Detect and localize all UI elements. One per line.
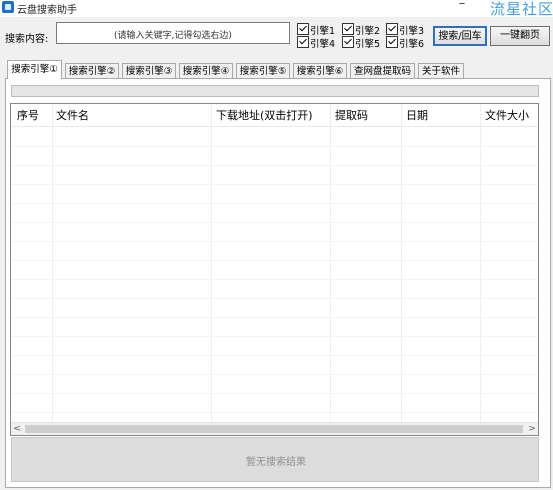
- progress-bar: [11, 85, 539, 97]
- search-button[interactable]: 搜索/回车: [433, 26, 487, 46]
- tab-engine-2[interactable]: 搜索引擎②: [65, 63, 119, 78]
- row-divider: [11, 355, 538, 356]
- checkbox-icon: [342, 36, 354, 48]
- scroll-thumb[interactable]: [25, 425, 523, 433]
- column-divider: [330, 104, 331, 424]
- engine2-checkbox[interactable]: 引擎2: [342, 23, 382, 37]
- one-key-page-button[interactable]: 一键翻页: [490, 26, 550, 46]
- row-divider: [11, 165, 538, 166]
- row-divider: [11, 241, 538, 242]
- row-divider: [11, 317, 538, 318]
- search-label: 搜索内容:: [5, 34, 49, 45]
- row-divider: [11, 374, 538, 375]
- column-header-filename[interactable]: 文件名: [56, 107, 89, 127]
- checkbox-icon: [386, 36, 398, 48]
- row-divider: [11, 203, 538, 204]
- status-text: 暂无搜索结果: [246, 457, 306, 468]
- engine3-label: 引擎3: [399, 26, 425, 37]
- app-icon: [2, 1, 14, 13]
- row-divider: [11, 146, 538, 147]
- column-header-index[interactable]: 序号: [17, 107, 39, 127]
- row-divider: [11, 222, 538, 223]
- row-divider: [11, 260, 538, 261]
- scroll-right-arrow-icon[interactable]: >: [526, 423, 538, 435]
- minimize-button[interactable]: –: [455, 0, 469, 11]
- search-input[interactable]: (请输入关键字,记得勾选右边): [56, 22, 290, 44]
- tab-extract-code[interactable]: 查网盘提取码: [350, 63, 415, 78]
- results-list-view[interactable]: 序号 文件名 下载地址(双击打开) 提取码 日期 文件大小: [10, 103, 539, 436]
- search-input-placeholder: (请输入关键字,记得勾选右边): [114, 31, 232, 41]
- title-bar: 云盘搜索助手 – 流星社区: [0, 0, 553, 18]
- row-divider: [11, 184, 538, 185]
- scroll-left-arrow-icon[interactable]: <: [11, 423, 23, 435]
- checkbox-icon: [297, 36, 309, 48]
- engine4-checkbox[interactable]: 引擎4: [297, 36, 337, 50]
- checkbox-icon: [386, 23, 398, 35]
- engine2-label: 引擎2: [355, 26, 381, 37]
- tab-engine-6[interactable]: 搜索引擎⑥: [293, 63, 347, 78]
- row-divider: [11, 412, 538, 413]
- engine6-checkbox[interactable]: 引擎6: [386, 36, 426, 50]
- engine4-label: 引擎4: [310, 39, 336, 50]
- engine3-checkbox[interactable]: 引擎3: [386, 23, 426, 37]
- watermark-logo: 流星社区: [490, 0, 553, 18]
- engine5-checkbox[interactable]: 引擎5: [342, 36, 382, 50]
- horizontal-scrollbar[interactable]: < >: [11, 422, 538, 435]
- column-header-file-size[interactable]: 文件大小: [485, 107, 529, 127]
- tab-engine-5[interactable]: 搜索引擎⑤: [236, 63, 290, 78]
- header-divider: [11, 126, 538, 127]
- checkbox-icon: [342, 23, 354, 35]
- tab-engine-1[interactable]: 搜索引擎①: [7, 60, 62, 79]
- row-divider: [11, 393, 538, 394]
- status-bar: 暂无搜索结果: [11, 437, 539, 482]
- row-divider: [11, 298, 538, 299]
- engine1-checkbox[interactable]: 引擎1: [297, 23, 337, 37]
- tab-engine-3[interactable]: 搜索引擎③: [122, 63, 176, 78]
- tab-about[interactable]: 关于软件: [418, 63, 464, 78]
- checkbox-icon: [297, 23, 309, 35]
- column-divider: [52, 104, 53, 424]
- row-divider: [11, 336, 538, 337]
- column-header-download-url[interactable]: 下载地址(双击打开): [216, 107, 313, 127]
- column-divider: [401, 104, 402, 424]
- row-divider: [11, 279, 538, 280]
- window-title: 云盘搜索助手: [17, 5, 77, 16]
- column-divider: [480, 104, 481, 424]
- column-header-date[interactable]: 日期: [406, 107, 428, 127]
- engine1-label: 引擎1: [310, 26, 336, 37]
- column-header-extract-code[interactable]: 提取码: [335, 107, 368, 127]
- engine5-label: 引擎5: [355, 39, 381, 50]
- column-divider: [211, 104, 212, 424]
- engine6-label: 引擎6: [399, 39, 425, 50]
- tab-engine-4[interactable]: 搜索引擎④: [179, 63, 233, 78]
